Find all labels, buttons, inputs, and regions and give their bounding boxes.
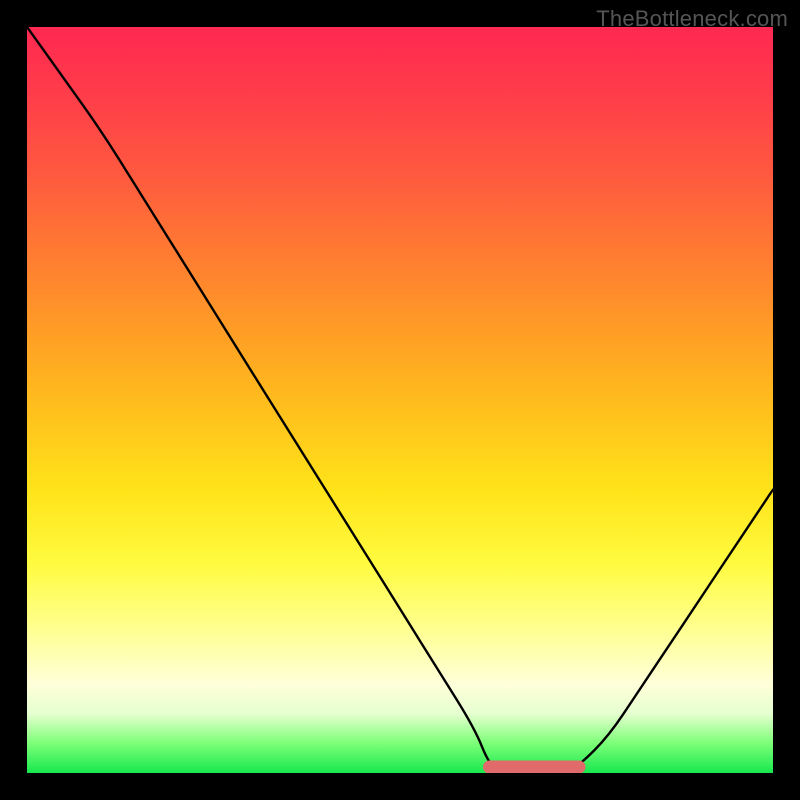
bottleneck-curve-path xyxy=(27,27,773,773)
chart-plot-area xyxy=(27,27,773,773)
bottleneck-curve-svg xyxy=(27,27,773,773)
watermark-text: TheBottleneck.com xyxy=(596,6,788,32)
